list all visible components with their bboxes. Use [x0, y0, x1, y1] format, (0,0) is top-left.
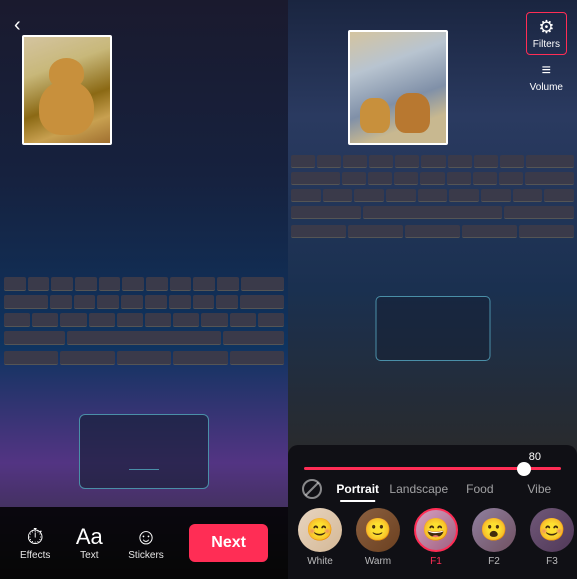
filter-panel: 80 Portrait Landscape Food Vibe 😊 White — [288, 445, 577, 579]
filter-f3-avatar: 😊 — [530, 508, 574, 552]
next-button[interactable]: Next — [189, 524, 268, 562]
filter-f3-label: F3 — [546, 556, 558, 567]
tab-food[interactable]: Food — [450, 478, 509, 500]
dog1 — [360, 98, 390, 133]
filter-warm-face: 🙂 — [356, 508, 400, 552]
video-thumbnail-left — [22, 35, 112, 145]
trackpad-left — [79, 414, 209, 489]
filters-button[interactable]: ⚙ Filters — [526, 12, 567, 55]
filters-icon: ⚙ — [538, 17, 554, 38]
dog-image-left — [24, 37, 110, 143]
filter-white-face: 😊 — [298, 508, 342, 552]
volume-icon: ≡ — [542, 62, 551, 80]
text-button[interactable]: Aa Text — [76, 526, 103, 561]
filter-warm-avatar: 🙂 — [356, 508, 400, 552]
video-thumbnail-right — [348, 30, 448, 145]
left-panel: ‹ ⏱ Effects Aa Text ☺ Stickers Next — [0, 0, 288, 579]
text-label: Text — [80, 550, 98, 561]
dog2 — [395, 93, 430, 133]
filter-white[interactable]: 😊 White — [294, 508, 346, 567]
effects-button[interactable]: ⏱ Effects — [20, 526, 50, 561]
trackpad-right — [375, 296, 490, 361]
no-filter-icon[interactable] — [302, 479, 322, 499]
filter-f1-label: F1 — [430, 556, 442, 567]
filter-white-label: White — [307, 556, 333, 567]
tab-vibe[interactable]: Vibe — [510, 478, 569, 500]
tab-landscape[interactable]: Landscape — [387, 478, 450, 500]
volume-button[interactable]: ≡ Volume — [530, 62, 563, 93]
stickers-button[interactable]: ☺ Stickers — [128, 526, 164, 561]
dog-body — [39, 80, 94, 135]
volume-label: Volume — [530, 82, 563, 93]
dog-image-right — [350, 32, 446, 143]
filter-f2-face: 😮 — [472, 508, 516, 552]
stickers-label: Stickers — [128, 550, 164, 561]
filter-warm-label: Warm — [365, 556, 391, 567]
stickers-icon: ☺ — [135, 526, 157, 548]
filter-white-avatar: 😊 — [298, 508, 342, 552]
effects-label: Effects — [20, 550, 50, 561]
filter-f1-avatar: 😄 — [414, 508, 458, 552]
slider-value: 80 — [529, 451, 541, 463]
keyboard-right — [288, 153, 577, 414]
filter-f3-face: 😊 — [530, 508, 574, 552]
filter-items: 😊 White 🙂 Warm 😄 F1 😮 F2 — [288, 508, 577, 567]
filter-f1[interactable]: 😄 F1 — [410, 508, 462, 567]
back-button[interactable]: ‹ — [14, 14, 21, 37]
filter-slider-track[interactable] — [304, 467, 561, 470]
filter-f2-avatar: 😮 — [472, 508, 516, 552]
filter-warm[interactable]: 🙂 Warm — [352, 508, 404, 567]
filter-f2-label: F2 — [488, 556, 500, 567]
right-panel: ⚙ Filters ≡ Volume 80 Portrait Landscape… — [288, 0, 577, 579]
trackpad-line — [129, 469, 159, 470]
effects-icon: ⏱ — [27, 526, 44, 548]
bottom-toolbar: ⏱ Effects Aa Text ☺ Stickers Next — [0, 507, 288, 579]
filter-f3[interactable]: 😊 F3 — [526, 508, 577, 567]
tab-portrait[interactable]: Portrait — [328, 478, 387, 500]
filter-slider-container: 80 — [288, 453, 577, 478]
filters-label: Filters — [533, 39, 560, 50]
filter-slider-thumb[interactable] — [517, 462, 531, 476]
filter-tabs: Portrait Landscape Food Vibe — [288, 478, 577, 500]
filter-f2[interactable]: 😮 F2 — [468, 508, 520, 567]
filter-f1-face: 😄 — [416, 510, 456, 550]
text-icon: Aa — [76, 526, 103, 548]
